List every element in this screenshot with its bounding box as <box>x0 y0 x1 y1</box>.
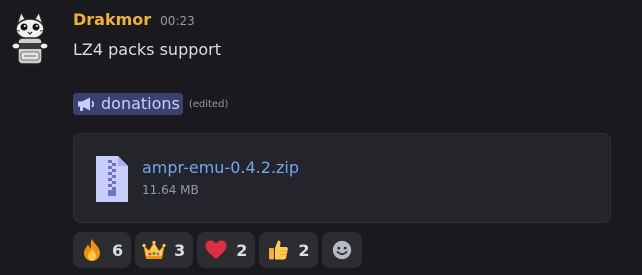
channel-mention-label: donations <box>101 94 180 113</box>
chat-message: Drakmor 00:23 LZ4 packs support donation… <box>0 0 642 275</box>
reactions-bar: 6 3 2 2 <box>73 232 362 268</box>
attachment-filename-link[interactable]: ampr-emu-0.4.2.zip <box>142 158 299 177</box>
reaction-heart[interactable]: 2 <box>197 232 256 268</box>
crown-emoji-icon <box>142 240 166 259</box>
file-attachment: ampr-emu-0.4.2.zip 11.64 MB <box>73 133 611 223</box>
mention-line: donations (edited) <box>73 93 228 115</box>
channel-mention-donations[interactable]: donations <box>73 93 183 115</box>
zip-file-icon <box>96 156 128 202</box>
reaction-count: 2 <box>236 240 248 260</box>
megaphone-icon <box>78 97 95 111</box>
reaction-thumbs-up[interactable]: 2 <box>259 232 318 268</box>
reaction-crown[interactable]: 3 <box>135 232 194 268</box>
thumbs-up-emoji-icon <box>269 240 289 260</box>
reaction-fire[interactable]: 6 <box>73 232 132 268</box>
message-header: Drakmor 00:23 <box>73 10 195 29</box>
username[interactable]: Drakmor <box>73 10 151 29</box>
reaction-count: 6 <box>112 240 124 260</box>
edited-label: (edited) <box>188 98 229 110</box>
add-reaction-button[interactable] <box>321 232 362 268</box>
reaction-count: 2 <box>298 240 310 260</box>
reaction-count: 3 <box>174 240 186 260</box>
user-avatar[interactable] <box>8 10 52 66</box>
attachment-size: 11.64 MB <box>142 183 199 197</box>
message-text: LZ4 packs support <box>73 40 222 59</box>
smiley-add-reaction-icon <box>332 240 351 260</box>
fire-emoji-icon <box>84 239 100 261</box>
timestamp[interactable]: 00:23 <box>160 14 195 28</box>
heart-emoji-icon <box>205 240 227 259</box>
